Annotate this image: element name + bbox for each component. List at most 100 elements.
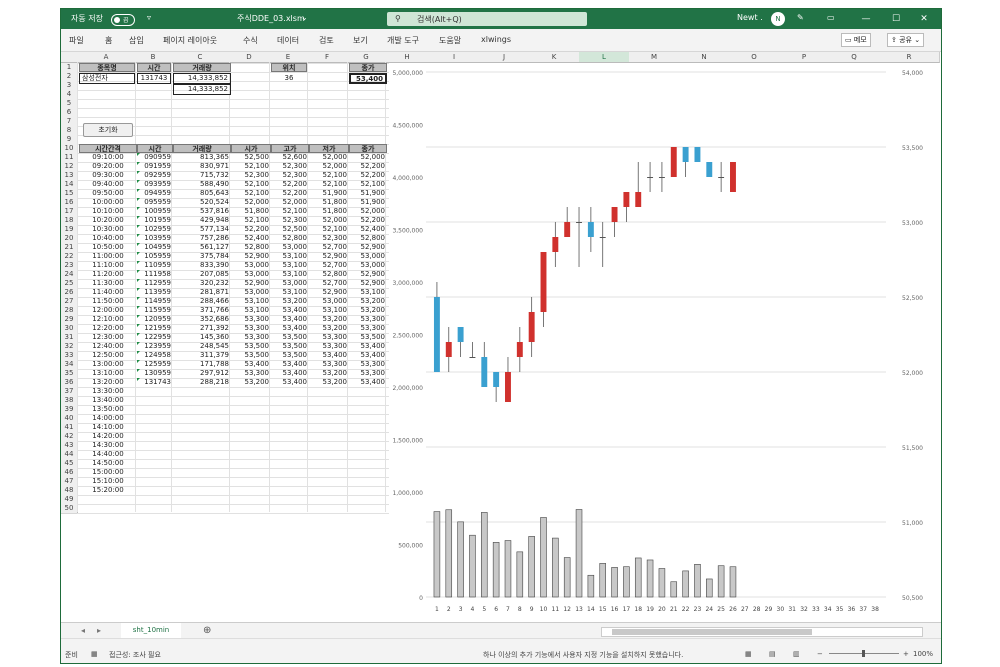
table-cell[interactable]: 14:50:00 (79, 459, 137, 468)
table-cell[interactable]: 53,300 (231, 324, 271, 333)
table-cell[interactable]: 53,000 (271, 243, 309, 252)
search-box[interactable]: ⚲ 검색(Alt+Q) (387, 12, 587, 26)
table-cell[interactable]: 833,390 (173, 261, 231, 270)
table-cell[interactable]: 53,100 (271, 270, 309, 279)
table-cell[interactable]: 105959 (137, 252, 173, 261)
table-cell[interactable]: 588,490 (173, 180, 231, 189)
table-cell[interactable]: 14:10:00 (79, 423, 137, 432)
table-cell[interactable]: 52,900 (309, 252, 349, 261)
table-cell[interactable]: 090959 (137, 153, 173, 162)
table-cell[interactable]: 715,732 (173, 171, 231, 180)
column-header-d[interactable]: D (229, 52, 270, 63)
table-cell[interactable]: 11:40:00 (79, 288, 137, 297)
table-cell[interactable]: 13:30:00 (79, 387, 137, 396)
table-cell[interactable]: 52,100 (231, 216, 271, 225)
candlestick-chart[interactable]: 50,50051,00051,50052,00052,50053,00053,5… (381, 62, 941, 622)
table-cell[interactable]: 52,800 (309, 270, 349, 279)
table-cell[interactable]: 52,700 (309, 243, 349, 252)
table-cell[interactable]: 207,085 (173, 270, 231, 279)
table-cell[interactable]: 248,545 (173, 342, 231, 351)
table-cell[interactable]: 52,000 (309, 153, 349, 162)
table-cell[interactable]: 12:30:00 (79, 333, 137, 342)
table-cell[interactable]: 09:50:00 (79, 189, 137, 198)
table-cell[interactable]: 53,200 (309, 369, 349, 378)
table-cell[interactable]: 15:10:00 (79, 477, 137, 486)
zoom-out-icon[interactable]: − (817, 650, 823, 658)
table-cell[interactable]: 520,524 (173, 198, 231, 207)
table-cell[interactable]: 757,286 (173, 234, 231, 243)
table-cell[interactable]: 288,218 (173, 378, 231, 387)
table-cell[interactable]: 09:30:00 (79, 171, 137, 180)
table-cell[interactable]: 11:00:00 (79, 252, 137, 261)
table-cell[interactable]: 11:30:00 (79, 279, 137, 288)
table-cell[interactable]: 09:40:00 (79, 180, 137, 189)
page-layout-icon[interactable]: ▤ (769, 650, 776, 658)
table-cell[interactable]: 13:20:00 (79, 378, 137, 387)
table-cell[interactable]: 13:10:00 (79, 369, 137, 378)
table-cell[interactable]: 51,800 (309, 198, 349, 207)
table-cell[interactable]: 52,000 (309, 216, 349, 225)
column-header-f[interactable]: F (307, 52, 348, 63)
table-cell[interactable]: 53,100 (231, 306, 271, 315)
user-name[interactable]: Newt . (737, 13, 763, 22)
table-cell[interactable]: 53,300 (309, 333, 349, 342)
table-cell[interactable]: 297,912 (173, 369, 231, 378)
table-cell[interactable]: 429,948 (173, 216, 231, 225)
table-cell[interactable]: 53,300 (309, 342, 349, 351)
table-cell[interactable]: 53,400 (271, 378, 309, 387)
table-cell[interactable]: 53,400 (271, 360, 309, 369)
table-cell[interactable]: 53,400 (271, 369, 309, 378)
table-cell[interactable]: 11:20:00 (79, 270, 137, 279)
table-cell[interactable]: 52,700 (309, 261, 349, 270)
table-cell[interactable]: 131743 (137, 378, 173, 387)
tab-xlwings[interactable]: xlwings (481, 35, 511, 44)
table-cell[interactable]: 53,000 (271, 279, 309, 288)
table-cell[interactable]: 271,392 (173, 324, 231, 333)
table-cell[interactable]: 12:40:00 (79, 342, 137, 351)
table-cell[interactable]: 281,871 (173, 288, 231, 297)
table-cell[interactable]: 53,200 (309, 315, 349, 324)
maximize-button[interactable]: ☐ (887, 12, 905, 26)
table-cell[interactable]: 13:40:00 (79, 396, 137, 405)
table-cell[interactable]: 288,466 (173, 297, 231, 306)
table-cell[interactable]: 52,300 (271, 162, 309, 171)
normal-view-icon[interactable]: ▦ (745, 650, 752, 658)
table-cell[interactable]: 53,000 (231, 270, 271, 279)
table-cell[interactable]: 52,300 (271, 216, 309, 225)
table-cell[interactable]: 52,300 (231, 171, 271, 180)
tab-data[interactable]: 데이터 (277, 35, 299, 46)
table-cell[interactable]: 52,100 (309, 180, 349, 189)
table-cell[interactable]: 100959 (137, 207, 173, 216)
column-header-c[interactable]: C (171, 52, 230, 63)
table-cell[interactable]: 52,200 (231, 225, 271, 234)
table-cell[interactable]: 52,200 (271, 189, 309, 198)
table-cell[interactable]: 53,400 (231, 360, 271, 369)
select-all-corner[interactable] (61, 52, 78, 63)
table-cell[interactable]: 114959 (137, 297, 173, 306)
table-cell[interactable]: 53,300 (231, 369, 271, 378)
table-cell[interactable]: 352,686 (173, 315, 231, 324)
table-cell[interactable]: 813,365 (173, 153, 231, 162)
table-cell[interactable]: 52,100 (231, 162, 271, 171)
close-button[interactable]: ✕ (915, 12, 933, 26)
search-input[interactable]: 검색(Alt+Q) (417, 14, 462, 25)
table-cell[interactable]: 53,400 (271, 324, 309, 333)
table-cell[interactable]: 53,200 (231, 378, 271, 387)
zoom-slider[interactable] (829, 650, 899, 657)
table-cell[interactable]: 10:00:00 (79, 198, 137, 207)
zoom-slider-handle[interactable] (862, 650, 865, 657)
table-cell[interactable]: 10:40:00 (79, 234, 137, 243)
chevron-down-icon[interactable]: ⌄ (301, 13, 308, 22)
ribbon-display-icon[interactable]: ▭ (827, 13, 835, 22)
table-cell[interactable]: 53,100 (271, 252, 309, 261)
table-cell[interactable]: 52,800 (271, 234, 309, 243)
table-cell[interactable]: 52,100 (231, 180, 271, 189)
table-cell[interactable]: 112959 (137, 279, 173, 288)
worksheet-grid[interactable]: ABCDEFGHIJKLMNOPQR 1 2 3 4 5 6 7 8 9 10 11 12 13 14 15… (61, 52, 941, 622)
table-cell[interactable]: 094959 (137, 189, 173, 198)
table-cell[interactable]: 09:10:00 (79, 153, 137, 162)
table-cell[interactable]: 14:40:00 (79, 450, 137, 459)
macro-record-icon[interactable]: ▦ (91, 650, 98, 658)
table-cell[interactable]: 121959 (137, 324, 173, 333)
table-cell[interactable]: 52,200 (271, 180, 309, 189)
